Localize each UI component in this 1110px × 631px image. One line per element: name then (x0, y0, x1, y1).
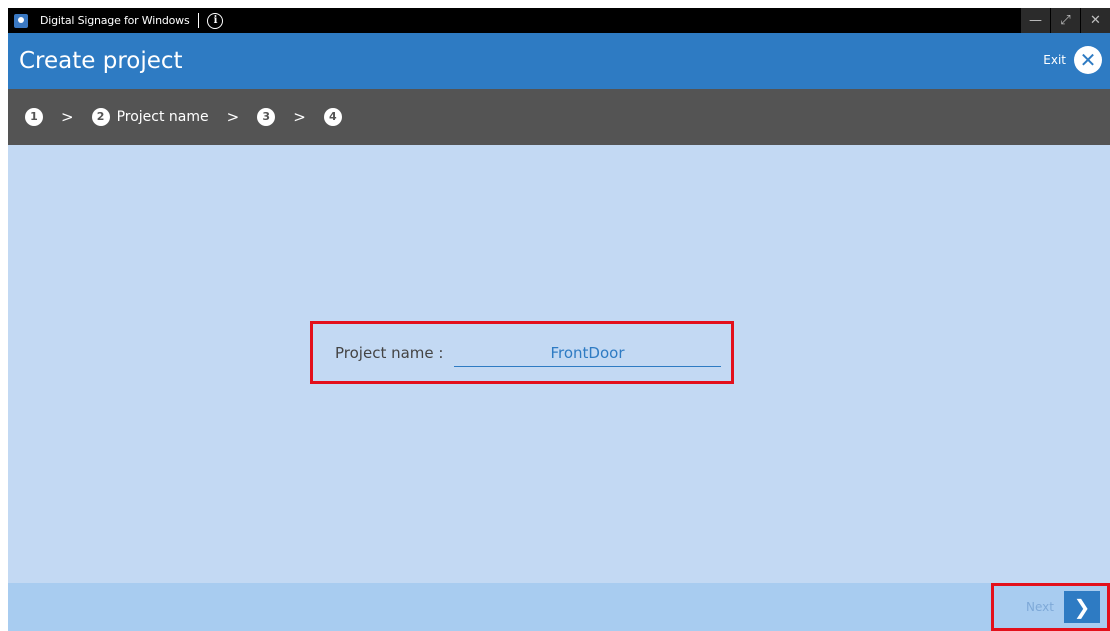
step-2-label: Project name (116, 109, 209, 125)
next-highlight: Next ❯ (991, 583, 1110, 631)
page-title: Create project (19, 48, 183, 74)
main-content: Project name : (8, 145, 1110, 583)
page-header: Create project Exit ✕ (8, 33, 1110, 89)
project-name-input[interactable] (454, 340, 721, 367)
step-chevron-icon: > (226, 108, 240, 126)
title-bar: Digital Signage for Windows i — ⤢ ✕ (8, 8, 1110, 33)
close-button[interactable]: ✕ (1080, 8, 1110, 33)
project-name-highlight: Project name : (310, 321, 734, 384)
step-3-number: 3 (257, 108, 276, 126)
app-window: Digital Signage for Windows i — ⤢ ✕ Crea… (8, 8, 1110, 631)
window-controls: — ⤢ ✕ (1020, 8, 1110, 33)
close-circle-icon[interactable]: ✕ (1074, 46, 1102, 74)
next-label[interactable]: Next (1026, 600, 1054, 614)
title-separator (198, 13, 200, 28)
step-4-number: 4 (323, 108, 342, 126)
app-title: Digital Signage for Windows (40, 14, 190, 27)
minimize-button[interactable]: — (1020, 8, 1050, 33)
chevron-right-icon: ❯ (1073, 595, 1091, 619)
step-1-number: 1 (25, 108, 43, 126)
exit-button[interactable]: Exit ✕ (1043, 46, 1102, 74)
project-name-label: Project name : (335, 344, 444, 362)
next-button[interactable]: ❯ (1064, 591, 1100, 623)
step-2-number: 2 (91, 108, 110, 126)
maximize-button[interactable]: ⤢ (1050, 8, 1080, 33)
step-chevron-icon: > (61, 108, 74, 126)
app-icon (14, 13, 28, 28)
step-indicator: 1 > 2 Project name > 3 > 4 (8, 89, 1110, 145)
info-icon[interactable]: i (207, 12, 224, 29)
exit-label[interactable]: Exit (1043, 53, 1066, 67)
footer-bar: Next ❯ (8, 583, 1110, 631)
step-chevron-icon: > (293, 108, 306, 126)
